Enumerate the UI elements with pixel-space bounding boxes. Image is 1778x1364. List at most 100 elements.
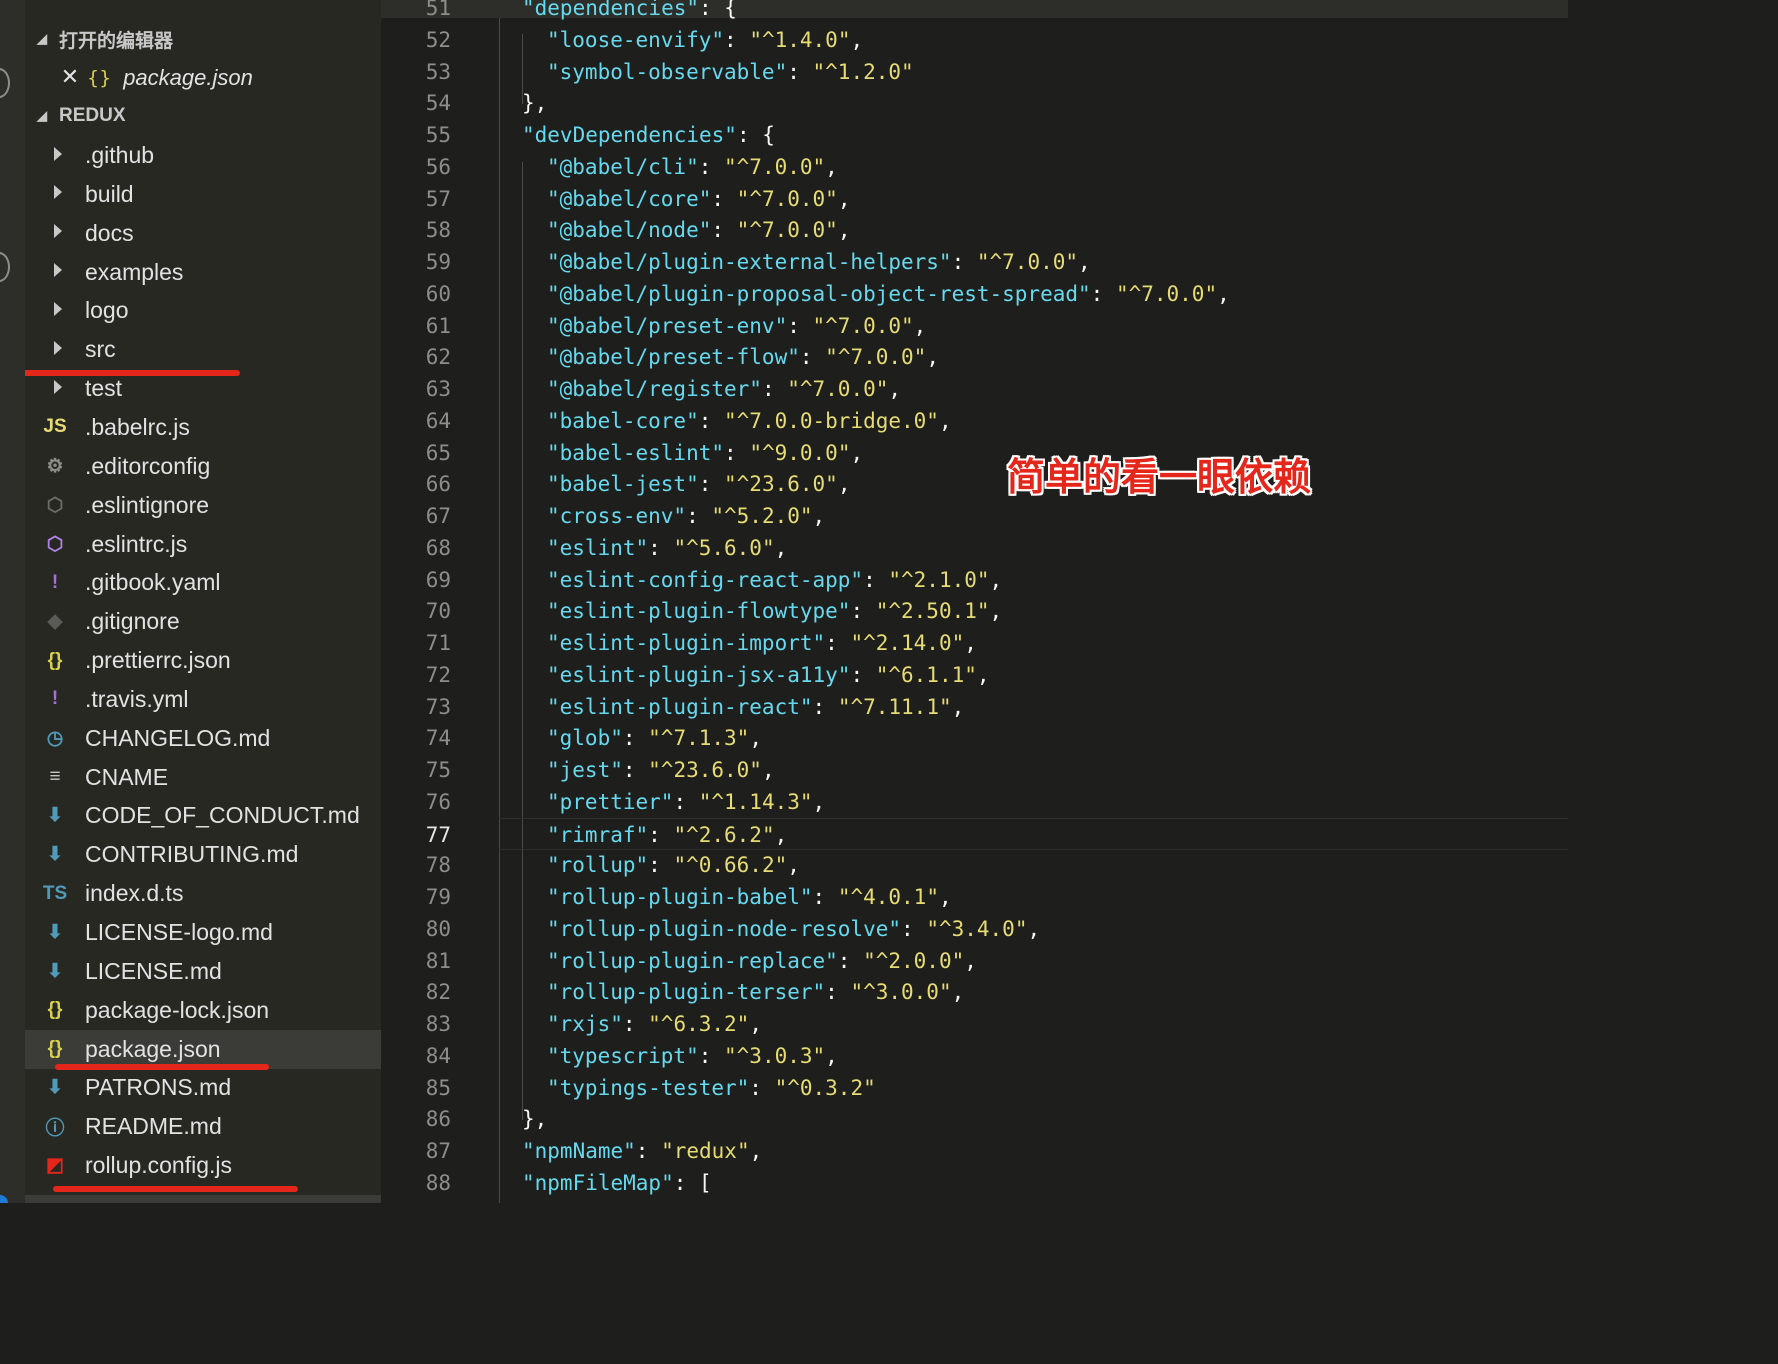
close-icon[interactable]: ✕ bbox=[53, 65, 87, 90]
code-line[interactable]: 61 "@babel/preset-env": "^7.0.0", bbox=[381, 310, 1568, 342]
code-line[interactable]: 53 "symbol-observable": "^1.2.0" bbox=[381, 56, 1568, 88]
code-text: "eslint": "^5.6.0", bbox=[547, 535, 788, 560]
activity-icon[interactable] bbox=[0, 68, 10, 98]
line-number: 52 bbox=[425, 27, 451, 52]
folder-closed-icon bbox=[25, 339, 85, 361]
file-tree-item-label: package-lock.json bbox=[85, 996, 270, 1023]
code-line[interactable]: 72 "eslint-plugin-jsx-a11y": "^6.1.1", bbox=[381, 659, 1568, 691]
code-text: "@babel/preset-env": "^7.0.0", bbox=[547, 313, 927, 338]
code-line[interactable]: 74 "glob": "^7.1.3", bbox=[381, 722, 1568, 754]
code-line[interactable]: 88 "npmFileMap": [ bbox=[381, 1167, 1568, 1199]
file-tree-item[interactable]: ⬇ CONTRIBUTING.md bbox=[25, 835, 381, 874]
code-line[interactable]: 59 "@babel/plugin-external-helpers": "^7.… bbox=[381, 246, 1568, 278]
code-line[interactable]: 82 "rollup-plugin-terser": "^3.0.0", bbox=[381, 976, 1568, 1008]
code-line[interactable]: 57 "@babel/core": "^7.0.0", bbox=[381, 183, 1568, 215]
code-line[interactable]: 69 "eslint-config-react-app": "^2.1.0", bbox=[381, 564, 1568, 596]
code-line[interactable]: 80 "rollup-plugin-node-resolve": "^3.4.0"… bbox=[381, 913, 1568, 945]
line-number: 67 bbox=[425, 504, 451, 528]
markdown-icon: ⬇ bbox=[47, 844, 63, 866]
file-tree-item[interactable]: ◷ CHANGELOG.md bbox=[25, 719, 381, 758]
code-line[interactable]: 56 "@babel/cli": "^7.0.0", bbox=[381, 151, 1568, 183]
file-tree-item-label: CODE_OF_CONDUCT.md bbox=[85, 802, 360, 829]
file-tree-item[interactable]: src bbox=[25, 330, 381, 369]
line-number: 70 bbox=[425, 599, 451, 624]
open-editor-item[interactable]: ✕ {} package.json bbox=[25, 58, 381, 97]
code-line[interactable]: 70 "eslint-plugin-flowtype": "^2.50.1", bbox=[381, 595, 1568, 627]
file-tree-item[interactable]: ⓘ README.md bbox=[25, 1107, 381, 1146]
code-line[interactable]: 60 "@babel/plugin-proposal-object-rest-sp… bbox=[381, 278, 1568, 310]
file-tree-item-label: docs bbox=[85, 219, 134, 246]
code-line[interactable]: 71 "eslint-plugin-import": "^2.14.0", bbox=[381, 627, 1568, 659]
file-tree-item-label: LICENSE.md bbox=[85, 957, 222, 984]
code-line[interactable]: 65 "babel-eslint": "^9.0.0", bbox=[381, 437, 1568, 469]
code-line[interactable]: 86}, bbox=[381, 1103, 1568, 1135]
file-tree-item[interactable]: ≡ CNAME bbox=[25, 758, 381, 797]
code-line[interactable]: 66 "babel-jest": "^23.6.0", bbox=[381, 468, 1568, 500]
file-tree-item[interactable]: ⬡ .eslintignore bbox=[25, 486, 381, 525]
code-line[interactable]: 76 "prettier": "^1.14.3", bbox=[381, 786, 1568, 818]
explorer-sidebar: ◢ 打开的编辑器 ✕ {} package.json ◢ REDUX .gith… bbox=[25, 0, 381, 1203]
file-tree-item[interactable]: ! .travis.yml bbox=[25, 680, 381, 719]
file-tree-item[interactable]: {} .prettierrc.json bbox=[25, 641, 381, 680]
folder-closed-icon bbox=[25, 145, 85, 167]
code-line[interactable]: 55 "devDependencies": { bbox=[381, 119, 1568, 151]
file-tree-item[interactable]: logo bbox=[25, 291, 381, 330]
line-number: 53 bbox=[425, 59, 451, 84]
file-tree-item[interactable]: TS index.d.ts bbox=[25, 874, 381, 913]
file-tree-item[interactable]: JS .babelrc.js bbox=[25, 408, 381, 447]
file-tree-item[interactable]: .github bbox=[25, 136, 381, 175]
file-tree-item[interactable]: docs bbox=[25, 214, 381, 253]
code-line[interactable]: 78 "rollup": "^0.66.2", bbox=[381, 849, 1568, 881]
line-number: 78 bbox=[425, 853, 451, 878]
code-text: "dependencies": { bbox=[522, 0, 737, 20]
code-text: "@babel/register": "^7.0.0", bbox=[547, 377, 902, 401]
code-line[interactable]: 77 "rimraf": "^2.6.2", bbox=[426, 817, 1568, 850]
code-line[interactable]: 75 "jest": "^23.6.0", bbox=[381, 754, 1568, 786]
code-line[interactable]: 64 "babel-core": "^7.0.0-bridge.0", bbox=[381, 405, 1568, 437]
json-icon: {} bbox=[47, 1038, 63, 1060]
file-tree-item[interactable]: examples bbox=[25, 253, 381, 292]
code-line[interactable]: 62 "@babel/preset-flow": "^7.0.0", bbox=[381, 341, 1568, 373]
line-number: 80 bbox=[425, 916, 451, 941]
file-tree-item[interactable]: ⬇ LICENSE-logo.md bbox=[25, 913, 381, 952]
file-tree-item[interactable]: ⬇ CODE_OF_CONDUCT.md bbox=[25, 796, 381, 835]
file-tree-item[interactable]: build bbox=[25, 175, 381, 214]
file-tree-item-label: .travis.yml bbox=[85, 685, 189, 712]
file-tree-item[interactable]: ⚙ .editorconfig bbox=[25, 447, 381, 486]
code-line[interactable]: 81 "rollup-plugin-replace": "^2.0.0", bbox=[381, 945, 1568, 977]
code-line[interactable]: 73 "eslint-plugin-react": "^7.11.1", bbox=[381, 691, 1568, 723]
file-tree-item[interactable]: ⬇ PATRONS.md bbox=[25, 1068, 381, 1107]
file-tree-item[interactable]: ⬡ .eslintrc.js bbox=[25, 525, 381, 564]
red-underline-mark bbox=[53, 1186, 298, 1192]
file-tree-item[interactable]: ◆ .gitignore bbox=[25, 602, 381, 641]
line-number: 75 bbox=[425, 758, 451, 782]
code-editor[interactable]: 51 "dependencies": { 52 "loose-envify": "^1… bbox=[381, 0, 1568, 1203]
activity-icon[interactable] bbox=[0, 252, 10, 282]
code-line[interactable]: 84 "typescript": "^3.0.3", bbox=[381, 1040, 1568, 1072]
code-line[interactable]: 85 "typings-tester": "^0.3.2" bbox=[381, 1072, 1568, 1104]
open-editors-header[interactable]: ◢ 打开的编辑器 bbox=[25, 20, 381, 58]
code-line[interactable]: 63 "@babel/register": "^7.0.0", bbox=[381, 373, 1568, 405]
file-tree-item[interactable]: {} package.json bbox=[25, 1029, 381, 1069]
code-line[interactable]: 79 "rollup-plugin-babel": "^4.0.1", bbox=[381, 881, 1568, 913]
code-text: "loose-envify": "^1.4.0", bbox=[547, 27, 864, 52]
code-line[interactable]: 52 "loose-envify": "^1.4.0", bbox=[381, 24, 1568, 56]
code-line[interactable]: 68 "eslint": "^5.6.0", bbox=[381, 532, 1568, 564]
yaml-icon: ! bbox=[51, 688, 59, 710]
code-text: "npmFileMap": [ bbox=[522, 1170, 712, 1195]
file-tree-item[interactable]: ! .gitbook.yaml bbox=[25, 563, 381, 602]
file-tree-item-label: package.json bbox=[85, 1035, 221, 1062]
code-text: "eslint-plugin-flowtype": "^2.50.1", bbox=[547, 599, 1003, 624]
code-line[interactable]: 83 "rxjs": "^6.3.2", bbox=[381, 1008, 1568, 1040]
code-line[interactable]: 58 "@babel/node": "^7.0.0", bbox=[381, 214, 1568, 246]
file-tree-item[interactable]: {} package-lock.json bbox=[25, 991, 381, 1030]
code-line[interactable]: 87 "npmName": "redux", bbox=[381, 1135, 1568, 1167]
file-tree-item-label: PATRONS.md bbox=[85, 1074, 232, 1101]
project-header-redux[interactable]: ◢ REDUX bbox=[25, 97, 381, 135]
code-line[interactable]: 67 "cross-env": "^5.2.0", bbox=[381, 500, 1568, 532]
code-line[interactable]: 54}, bbox=[381, 87, 1568, 119]
line-number: 64 bbox=[425, 408, 451, 433]
file-tree-item[interactable]: ⬇ LICENSE.md bbox=[25, 952, 381, 991]
file-tree-item[interactable]: ◩ rollup.config.js bbox=[25, 1146, 381, 1185]
code-line[interactable]: 51 "dependencies": { bbox=[381, 0, 1568, 24]
